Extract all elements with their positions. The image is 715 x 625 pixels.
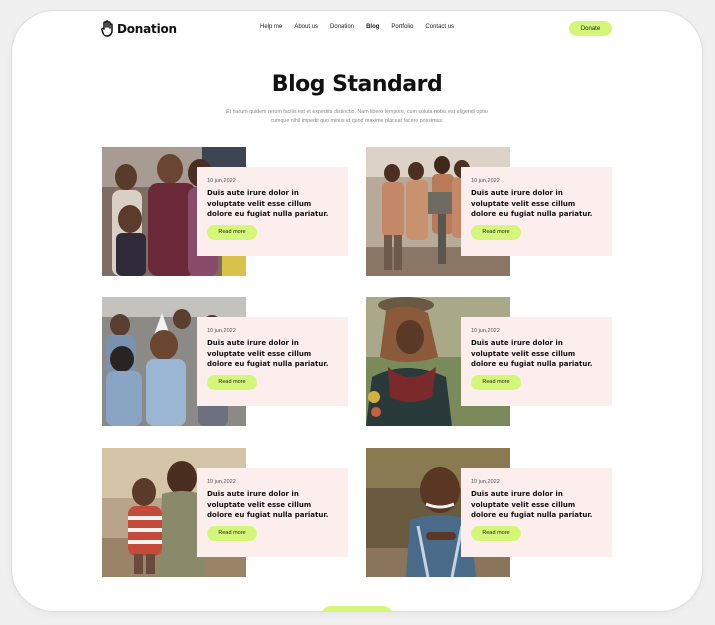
page-frame: Donation Help me About us Donation Blog … — [12, 11, 702, 611]
nav-portfolio[interactable]: Portfolio — [391, 24, 413, 30]
nav-donation[interactable]: Donation — [330, 24, 354, 30]
post-panel: 10 jun,2022 Duis aute irure dolor in vol… — [461, 468, 612, 557]
post-panel: 10 jun,2022 Duis aute irure dolor in vol… — [197, 468, 348, 557]
nav-contact-us[interactable]: Contact us — [425, 24, 454, 30]
page-title: Blog Standard — [271, 72, 443, 97]
post-date: 10 jun,2022 — [207, 178, 236, 184]
hand-icon — [101, 20, 113, 37]
nav-about-us[interactable]: About us — [294, 24, 318, 30]
post-date: 10 jun,2022 — [471, 328, 500, 334]
read-more-button[interactable]: Read more — [471, 224, 521, 240]
post-panel: 10 jun,2022 Duis aute irure dolor in vol… — [461, 167, 612, 256]
post-headline[interactable]: Duis aute irure dolor in voluptate velit… — [207, 489, 338, 521]
donate-button[interactable]: Donate — [569, 21, 612, 36]
nav-help-me[interactable]: Help me — [260, 24, 282, 30]
post-date: 10 jun,2022 — [207, 328, 236, 334]
load-more-button[interactable] — [321, 606, 393, 611]
post-date: 10 jun,2022 — [471, 178, 500, 184]
post-date: 10 jun,2022 — [207, 479, 236, 485]
intro-text: Et harum quidem rerum facilis est et exp… — [226, 109, 488, 124]
main-nav: Help me About us Donation Blog Portfolio… — [260, 24, 466, 30]
read-more-button[interactable]: Read more — [471, 374, 521, 390]
logo-text: Donation — [117, 22, 177, 36]
nav-blog[interactable]: Blog — [366, 24, 379, 30]
read-more-button[interactable]: Read more — [207, 525, 257, 541]
post-panel: 10 jun,2022 Duis aute irure dolor in vol… — [197, 317, 348, 406]
post-headline[interactable]: Duis aute irure dolor in voluptate velit… — [207, 338, 338, 370]
read-more-button[interactable]: Read more — [471, 525, 521, 541]
post-headline[interactable]: Duis aute irure dolor in voluptate velit… — [471, 188, 602, 220]
read-more-button[interactable]: Read more — [207, 224, 257, 240]
post-panel: 10 jun,2022 Duis aute irure dolor in vol… — [461, 317, 612, 406]
post-headline[interactable]: Duis aute irure dolor in voluptate velit… — [471, 489, 602, 521]
read-more-button[interactable]: Read more — [207, 374, 257, 390]
post-headline[interactable]: Duis aute irure dolor in voluptate velit… — [207, 188, 338, 220]
post-date: 10 jun,2022 — [471, 479, 500, 485]
post-panel: 10 jun,2022 Duis aute irure dolor in vol… — [197, 167, 348, 256]
post-headline[interactable]: Duis aute irure dolor in voluptate velit… — [471, 338, 602, 370]
brand-logo[interactable]: Donation — [101, 19, 177, 39]
